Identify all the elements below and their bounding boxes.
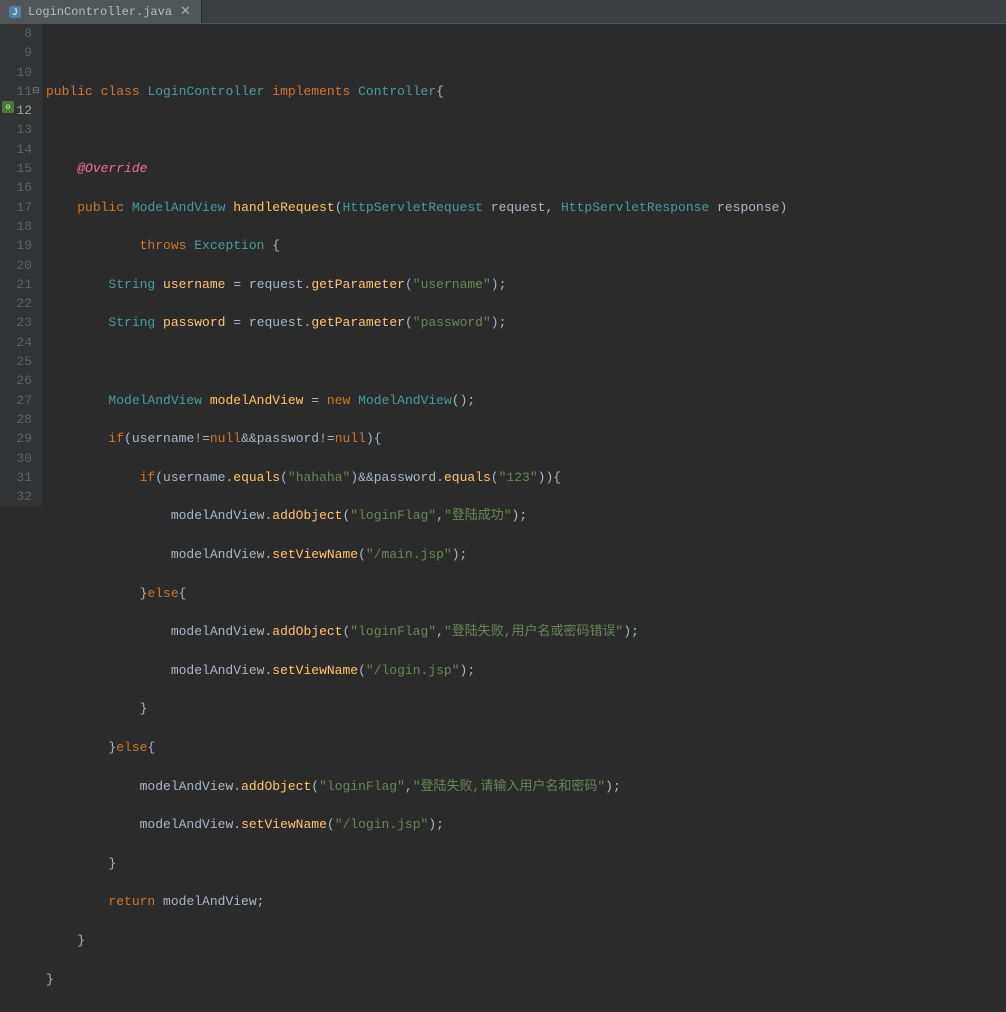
- tab-bar: J LoginController.java ✕: [0, 0, 1006, 24]
- code-line: if(username!=null&&password!=null){: [46, 429, 787, 448]
- file-tab[interactable]: J LoginController.java ✕: [0, 0, 202, 23]
- code-line: modelAndView.setViewName("/login.jsp");: [46, 815, 787, 834]
- code-line: String username = request.getParameter("…: [46, 275, 787, 294]
- code-line: if(username.equals("hahaha")&&password.e…: [46, 468, 787, 487]
- code-line: @Override: [46, 159, 787, 178]
- code-line: modelAndView.addObject("loginFlag","登陆失败…: [46, 622, 787, 641]
- line-number: 9: [0, 43, 32, 62]
- code-line: modelAndView.setViewName("/login.jsp");: [46, 661, 787, 680]
- line-number: 25: [0, 352, 32, 371]
- line-number: 16: [0, 178, 32, 197]
- code-line: }: [46, 931, 787, 950]
- line-number: 21: [0, 275, 32, 294]
- line-number: 15: [0, 159, 32, 178]
- line-number: 14: [0, 140, 32, 159]
- line-number-gutter: 8 9 10 11⊟ o12 13 14 15 16 17 18 19 20 2…: [0, 24, 42, 506]
- close-icon[interactable]: ✕: [178, 4, 193, 19]
- java-file-icon: J: [8, 5, 22, 19]
- line-number: 30: [0, 449, 32, 468]
- code-line: }else{: [46, 584, 787, 603]
- line-number: 26: [0, 371, 32, 390]
- line-number: 24: [0, 333, 32, 352]
- line-number: 31: [0, 468, 32, 487]
- line-number: 32: [0, 487, 32, 506]
- line-number: 28: [0, 410, 32, 429]
- line-number: o12: [0, 101, 32, 120]
- code-line: }else{: [46, 738, 787, 757]
- code-line: }: [46, 854, 787, 873]
- line-number: 23: [0, 313, 32, 332]
- code-line: modelAndView.setViewName("/main.jsp");: [46, 545, 787, 564]
- line-number: 29: [0, 429, 32, 448]
- line-number: 22: [0, 294, 32, 313]
- code-line: ModelAndView modelAndView = new ModelAnd…: [46, 391, 787, 410]
- line-number: 8: [0, 24, 32, 43]
- line-number: 10: [0, 63, 32, 82]
- line-number: 17: [0, 198, 32, 217]
- line-number: 18: [0, 217, 32, 236]
- code-line: return modelAndView;: [46, 892, 787, 911]
- code-line: }: [46, 699, 787, 718]
- code-line: String password = request.getParameter("…: [46, 313, 787, 332]
- code-content[interactable]: public class LoginController implements …: [42, 24, 787, 506]
- line-number: 20: [0, 256, 32, 275]
- line-number: 27: [0, 391, 32, 410]
- code-line: [46, 43, 787, 62]
- tab-filename: LoginController.java: [28, 5, 172, 19]
- code-line: modelAndView.addObject("loginFlag","登陆成功…: [46, 506, 787, 525]
- fold-icon[interactable]: ⊟: [32, 82, 40, 101]
- override-icon[interactable]: o: [2, 101, 14, 113]
- code-line: public ModelAndView handleRequest(HttpSe…: [46, 198, 787, 217]
- svg-text:J: J: [13, 7, 18, 17]
- code-line: throws Exception {: [46, 236, 787, 255]
- code-editor[interactable]: 8 9 10 11⊟ o12 13 14 15 16 17 18 19 20 2…: [0, 24, 1006, 506]
- code-line: [46, 352, 787, 371]
- code-line: }: [46, 970, 787, 989]
- code-line: [46, 120, 787, 139]
- line-number: 19: [0, 236, 32, 255]
- code-line: modelAndView.addObject("loginFlag","登陆失败…: [46, 777, 787, 796]
- line-number: 13: [0, 120, 32, 139]
- code-line: public class LoginController implements …: [46, 82, 787, 101]
